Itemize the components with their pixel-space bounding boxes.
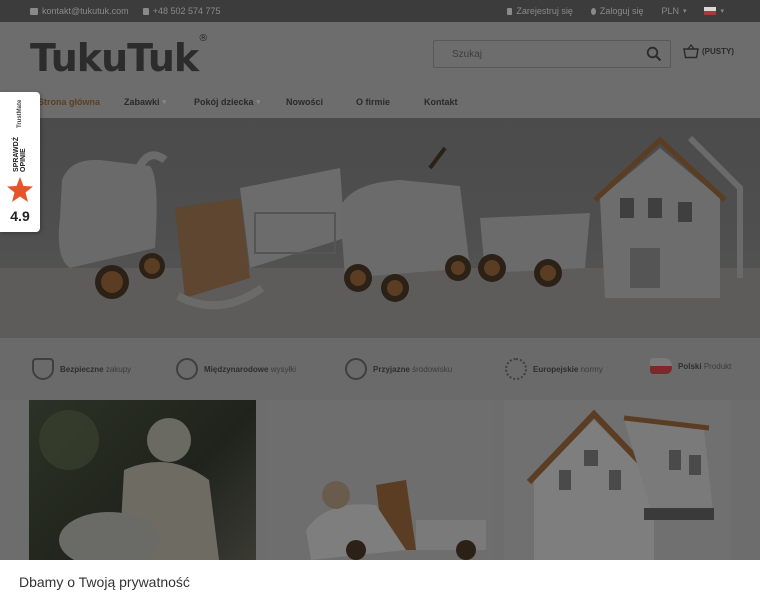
poland-flag-icon: [704, 7, 717, 15]
nav-item-label: Nowości: [286, 97, 324, 107]
feature-bold: Przyjazne: [373, 364, 410, 374]
shield-icon: [32, 358, 54, 380]
register-text: Zarejestruj się: [516, 6, 573, 16]
trust-brand: TrustMate: [17, 100, 23, 129]
trailer-illustration: [478, 213, 590, 287]
nav-item-kids-room[interactable]: Pokój dziecka ▾: [194, 97, 260, 107]
lock-icon: [507, 7, 513, 15]
nav-item-label: Kontakt: [424, 97, 458, 107]
cradle-illustration: [175, 168, 345, 310]
chevron-down-icon: ▾: [256, 99, 261, 106]
page: kontakt@tukutuk.com +48 502 574 775 Zare…: [0, 0, 760, 600]
cookie-consent-bar: Dbamy o Twoją prywatność: [0, 560, 760, 600]
globe-plane-icon: [176, 358, 198, 380]
phone-link[interactable]: +48 502 574 775: [142, 6, 221, 16]
logo[interactable]: TukuTuk®: [30, 33, 208, 80]
phone-text: +48 502 574 775: [152, 6, 221, 16]
nav-item-home[interactable]: Strona główna: [38, 97, 100, 107]
chevron-down-icon: ▾: [720, 8, 724, 15]
phone-icon: [142, 7, 149, 15]
nav-item-new[interactable]: Nowości: [286, 97, 323, 107]
car-illustration: [340, 146, 471, 302]
category-tile-girl[interactable]: [29, 400, 256, 560]
poland-map-icon: [650, 358, 672, 374]
star-icon: [7, 177, 33, 202]
search-icon[interactable]: [646, 46, 662, 62]
logo-text: TukuTuk: [30, 36, 199, 80]
feature-text: środowisku: [412, 364, 453, 374]
trust-label: SPRAWDŹ OPINIE TrustMate: [7, 100, 33, 172]
eu-stars-icon: [505, 358, 527, 380]
trust-score: 4.9: [10, 208, 30, 224]
feature-bold: Bezpieczne: [60, 364, 104, 374]
feature-bold: Polski: [678, 361, 702, 371]
feature-polish: Polski Produkt: [650, 358, 731, 374]
search-input[interactable]: [434, 41, 634, 67]
trust-label-text: SPRAWDŹ OPINIE: [13, 137, 27, 172]
language-select[interactable]: ▾: [704, 7, 724, 15]
girl-photo: [39, 410, 219, 560]
header: TukuTuk® (PUSTY) Strona główna Zabawki ▾: [0, 22, 760, 118]
feature-bold: Europejskie: [533, 364, 579, 374]
login-link[interactable]: Zaloguj się: [590, 6, 644, 16]
login-text: Zaloguj się: [599, 6, 644, 16]
category-tile-walker[interactable]: [266, 400, 494, 560]
leaf-icon: [345, 358, 367, 380]
nav-item-contact[interactable]: Kontakt: [424, 97, 458, 107]
feature-secure: Bezpieczne zakupy: [32, 358, 131, 380]
hero-banner[interactable]: [0, 118, 760, 338]
currency-text: PLN: [661, 6, 679, 16]
search-box: [433, 40, 671, 68]
walker-photo: [306, 480, 486, 560]
nav-item-about[interactable]: O firmie: [356, 97, 390, 107]
top-bar: kontakt@tukutuk.com +48 502 574 775 Zare…: [0, 0, 760, 22]
nav-item-label: O firmie: [356, 97, 391, 107]
main-nav: Strona główna Zabawki ▾ Pokój dziecka ▾ …: [0, 92, 760, 116]
trustmate-badge[interactable]: SPRAWDŹ OPINIE TrustMate 4.9: [0, 92, 40, 232]
feature-text: Produkt: [703, 361, 732, 371]
register-link[interactable]: Zarejestruj się: [507, 6, 573, 16]
chevron-down-icon: ▾: [162, 99, 167, 106]
feature-eu: Europejskie normy: [505, 358, 603, 380]
email-text: kontakt@tukutuk.com: [42, 6, 129, 16]
feature-bold: Międzynarodowe: [204, 364, 269, 374]
feature-text: zakupy: [105, 364, 132, 374]
envelope-icon: [30, 7, 38, 15]
registered-mark: ®: [198, 33, 208, 45]
nav-item-label: Zabawki: [124, 97, 160, 107]
feature-text: normy: [580, 364, 603, 374]
dollhouse-photo: [526, 409, 714, 560]
nav-item-toys[interactable]: Zabawki ▾: [124, 97, 166, 107]
features-row: Bezpieczne zakupy Międzynarodowe wysyłki…: [0, 338, 760, 400]
cart-label: (PUSTY): [702, 47, 734, 56]
user-icon: [590, 7, 596, 15]
cart-button[interactable]: (PUSTY): [683, 44, 734, 59]
category-tile-dollhouse[interactable]: [504, 400, 730, 560]
currency-select[interactable]: PLN ▾: [661, 6, 686, 16]
feature-text: wysyłki: [270, 364, 297, 374]
email-link[interactable]: kontakt@tukutuk.com: [30, 6, 129, 16]
chevron-down-icon: ▾: [682, 8, 687, 15]
cookie-title: Dbamy o Twoją prywatność: [19, 574, 190, 590]
dollhouse-illustration: [593, 135, 743, 298]
feature-eco: Przyjazne środowisku: [345, 358, 452, 380]
nav-item-label: Pokój dziecka: [194, 97, 254, 107]
nav-item-label: Strona główna: [38, 97, 101, 107]
pram-illustration: [58, 151, 168, 299]
basket-icon: [683, 44, 699, 59]
hero-image: [58, 135, 743, 310]
feature-shipping: Międzynarodowe wysyłki: [176, 358, 296, 380]
